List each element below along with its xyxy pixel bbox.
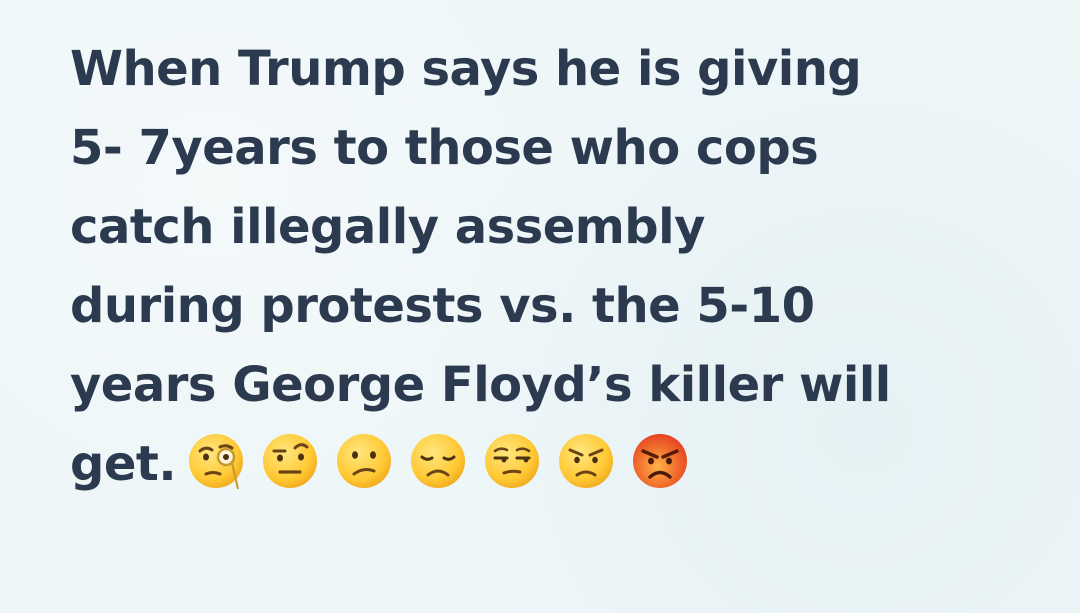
text-line: 5- 7years to those who cops xyxy=(70,120,819,176)
disappointed-face-icon xyxy=(411,434,466,488)
face-with-monocle-icon xyxy=(189,434,244,490)
confused-face-icon xyxy=(337,434,392,488)
text-line: years George Floyd’s killer will xyxy=(70,357,891,413)
last-line: get. xyxy=(70,425,1050,504)
text-line: When Trump says he is giving xyxy=(70,41,862,97)
text-line: during protests vs. the 5-10 xyxy=(70,278,815,334)
emoji-row xyxy=(186,431,690,491)
unamused-face-icon xyxy=(485,434,540,488)
angry-face-icon xyxy=(559,434,614,488)
pouting-face-icon xyxy=(633,434,688,488)
text-line-end: get. xyxy=(70,436,177,492)
face-with-raised-eyebrow-icon xyxy=(263,434,318,488)
post-text: When Trump says he is giving 5- 7years t… xyxy=(70,30,1050,504)
text-line: catch illegally assembly xyxy=(70,199,705,255)
